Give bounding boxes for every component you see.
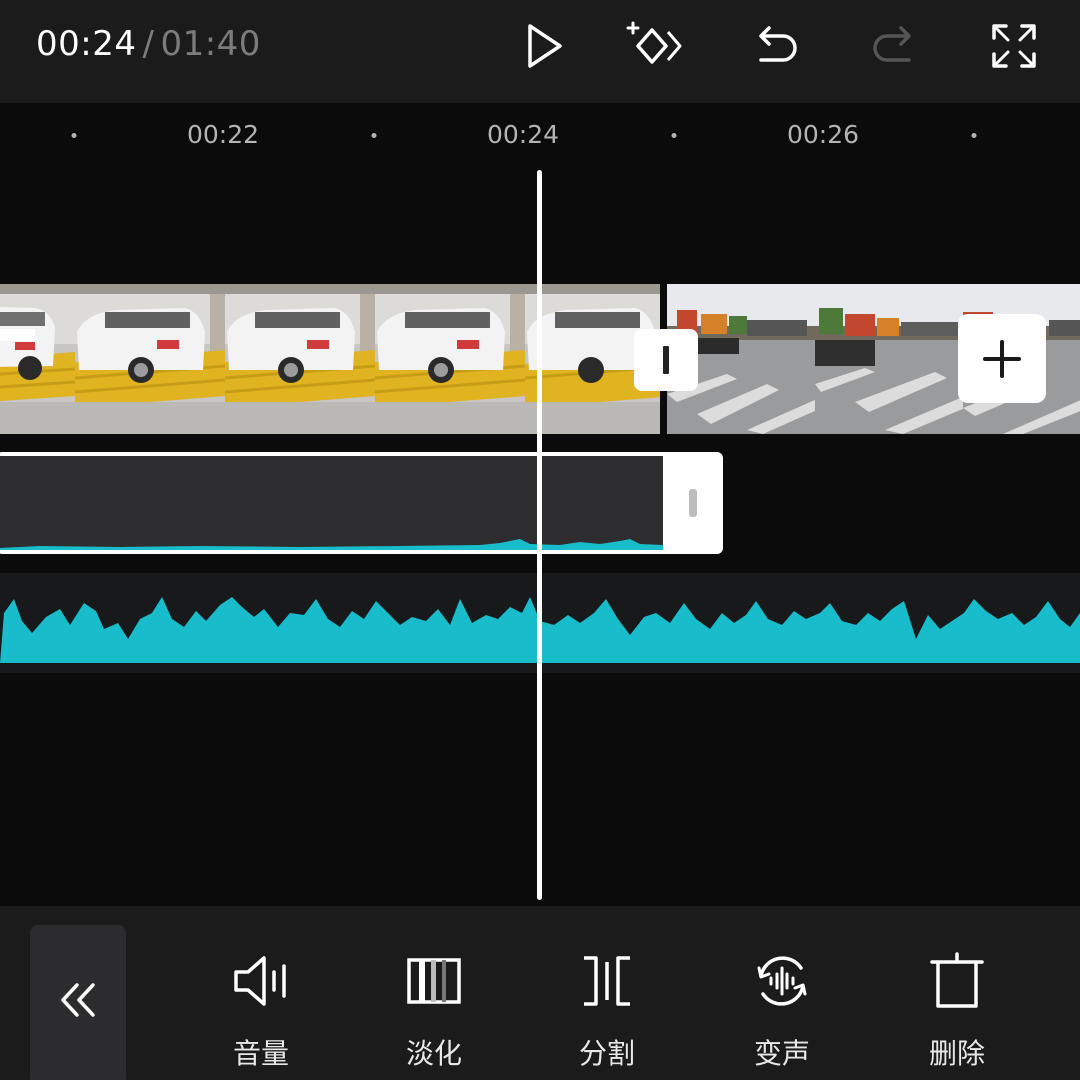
selected-audio-clip[interactable] [0, 452, 723, 554]
volume-icon [234, 956, 286, 1006]
split-tool-label: 分割 [578, 1037, 635, 1070]
fullscreen-icon [992, 24, 1036, 68]
add-clip-button[interactable] [958, 314, 1046, 403]
time-separator: / [142, 24, 155, 64]
ruler-dot [671, 133, 677, 138]
voice-change-icon [757, 956, 807, 1006]
delete-tool-label: 删除 [928, 1037, 985, 1070]
transition-icon [663, 346, 669, 374]
time-display: 00:24/01:40 [36, 24, 261, 64]
double-chevron-left-icon [61, 983, 95, 1017]
play-icon [528, 24, 562, 68]
add-keyframe-button[interactable] [624, 16, 684, 76]
ruler-dot [71, 133, 77, 138]
voice-change-tool-button[interactable]: 变声 [727, 946, 837, 1070]
ruler-dot [371, 133, 377, 138]
ruler-label: 00:26 [786, 120, 860, 149]
bottom-toolbar: 音量 淡化 分割 变声 删除 [0, 906, 1080, 1080]
fade-tool-label: 淡化 [405, 1037, 462, 1070]
redo-button[interactable] [865, 16, 925, 76]
video-thumbnail [225, 284, 375, 434]
fade-icon [407, 958, 461, 1004]
fade-tool-button[interactable]: 淡化 [379, 946, 489, 1070]
redo-icon [873, 26, 911, 62]
current-time: 00:24 [36, 24, 137, 64]
video-thumbnail [375, 284, 525, 434]
delete-icon [930, 952, 984, 1008]
top-bar: 00:24/01:40 [0, 0, 1080, 103]
add-keyframe-icon [626, 21, 682, 64]
fullscreen-button[interactable] [984, 16, 1044, 76]
ruler-label: 00:24 [486, 120, 560, 149]
audio-clip-body [0, 456, 663, 550]
transition-button[interactable] [634, 329, 698, 391]
video-clip-car-wash[interactable] [0, 284, 660, 434]
split-icon [584, 956, 630, 1006]
audio-trim-handle[interactable] [689, 489, 697, 517]
undo-icon [759, 26, 797, 62]
undo-button[interactable] [745, 16, 805, 76]
time-ruler[interactable]: 00:22 00:24 00:26 [0, 103, 1080, 163]
volume-tool-button[interactable]: 音量 [206, 946, 316, 1070]
voice-change-tool-label: 变声 [753, 1037, 810, 1070]
ruler-dot [971, 133, 977, 138]
video-thumbnail [75, 284, 225, 434]
split-tool-button[interactable]: 分割 [552, 946, 662, 1070]
video-thumbnail [815, 284, 965, 434]
volume-tool-label: 音量 [232, 1037, 289, 1070]
collapse-button[interactable] [30, 925, 126, 1080]
video-thumbnail [0, 284, 75, 434]
audio-waveform [0, 539, 663, 550]
ruler-label: 00:22 [186, 120, 260, 149]
delete-tool-button[interactable]: 删除 [902, 946, 1012, 1070]
total-time: 01:40 [160, 24, 261, 64]
plus-icon [983, 339, 1021, 378]
play-button[interactable] [512, 16, 572, 76]
playhead[interactable] [537, 170, 542, 900]
